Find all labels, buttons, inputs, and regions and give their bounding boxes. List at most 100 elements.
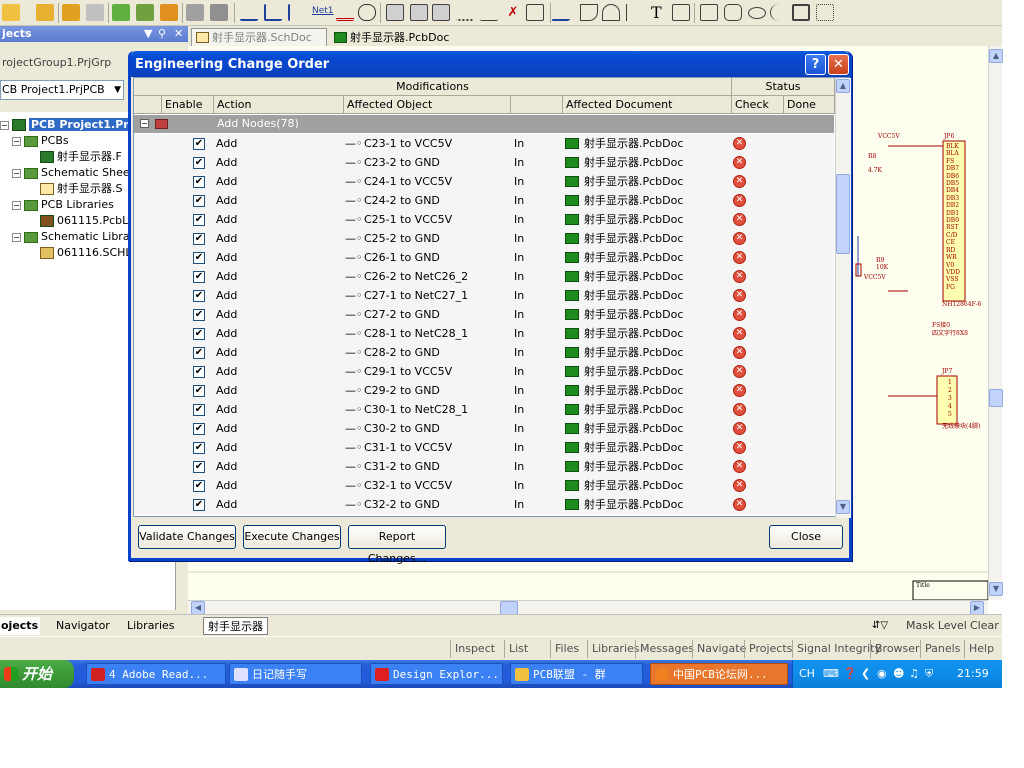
tree-item-schlib[interactable]: 061116.SCHL xyxy=(40,245,132,261)
paste-icon[interactable] xyxy=(136,4,154,21)
probe-icon[interactable] xyxy=(526,4,544,21)
enable-checkbox[interactable]: ✔ xyxy=(193,328,205,340)
task-diary[interactable]: 日记随手写 xyxy=(229,663,362,685)
scroll-thumb[interactable] xyxy=(836,174,850,254)
enable-checkbox[interactable]: ✔ xyxy=(193,385,205,397)
done-column-header[interactable]: Done xyxy=(784,96,835,114)
canvas-vertical-scrollbar[interactable]: ▲ ▼ xyxy=(988,46,1003,600)
open-icon[interactable] xyxy=(2,4,20,21)
tab-sheet[interactable]: 射手显示器 xyxy=(203,617,268,635)
bus-entry-icon[interactable] xyxy=(288,4,306,21)
table-row[interactable]: ✔ Add —◦ C30-2 to GND In 射手显示器.PcbDoc ✕ xyxy=(134,419,834,438)
report-changes-button[interactable]: Report Changes... xyxy=(348,525,446,565)
execute-changes-button[interactable]: Execute Changes xyxy=(243,525,341,549)
text-icon[interactable]: T xyxy=(651,3,662,22)
image-icon[interactable] xyxy=(792,4,810,21)
export-icon[interactable] xyxy=(160,4,178,21)
project-select[interactable]: CB Project1.PrjPCB ▼ xyxy=(0,80,124,100)
folder-icon[interactable] xyxy=(36,4,54,21)
arc2-icon[interactable] xyxy=(602,4,620,21)
affected-object-column-header[interactable]: Affected Object xyxy=(344,96,511,114)
help-icon[interactable]: ❓ xyxy=(843,660,857,688)
keyboard-icon[interactable]: ⌨ xyxy=(823,660,839,688)
table-row[interactable]: ✔ Add —◦ C28-1 to NetC28_1 In 射手显示器.PcbDoc ✕ xyxy=(134,324,834,343)
validate-changes-button[interactable]: Validate Changes xyxy=(138,525,236,549)
canvas-horizontal-scrollbar[interactable]: ◀ ▶ xyxy=(188,600,988,615)
grid-vertical-scrollbar[interactable]: ▲ ▼ xyxy=(835,78,851,518)
task-pcb-group[interactable]: PCB联盟 - 群 xyxy=(510,663,643,685)
enable-checkbox[interactable]: ✔ xyxy=(193,366,205,378)
table-row[interactable]: ✔ Add —◦ C24-1 to VCC5V In 射手显示器.PcbDoc ✕ xyxy=(134,172,834,191)
enable-checkbox[interactable]: ✔ xyxy=(193,290,205,302)
affected-document-column-header[interactable]: Affected Document xyxy=(563,96,732,114)
bezier-icon[interactable] xyxy=(626,4,644,21)
tab-schdoc[interactable]: 射手显示器.SchDoc xyxy=(191,28,327,46)
scroll-down-icon[interactable]: ▼ xyxy=(836,500,850,514)
scroll-left-icon[interactable]: ◀ xyxy=(191,601,205,615)
dialog-title-bar[interactable]: Engineering Change Order ? ✕ xyxy=(131,51,849,77)
harness-icon[interactable] xyxy=(456,4,474,21)
close-title-button[interactable]: ✕ xyxy=(828,54,849,75)
start-button[interactable]: 开始 xyxy=(0,660,74,688)
table-row[interactable]: ✔ Add —◦ C29-2 to GND In 射手显示器.PcbDoc ✕ xyxy=(134,381,834,400)
table-row[interactable]: ✔ Add —◦ C25-2 to GND In 射手显示器.PcbDoc ✕ xyxy=(134,229,834,248)
table-row[interactable]: ✔ Add —◦ C23-1 to VCC5V In 射手显示器.PcbDoc ✕ xyxy=(134,134,834,153)
security-icon[interactable]: ⛨ xyxy=(925,660,933,688)
task-pcb-forum[interactable]: 中国PCB论坛网... xyxy=(650,663,788,685)
rect-icon[interactable] xyxy=(700,4,718,21)
enable-checkbox[interactable]: ✔ xyxy=(193,214,205,226)
panels-button[interactable]: Panels xyxy=(920,640,960,658)
scroll-down-icon[interactable]: ▼ xyxy=(989,582,1003,596)
part-icon[interactable] xyxy=(386,4,404,21)
help-button[interactable]: Help xyxy=(964,640,994,658)
enable-checkbox[interactable]: ✔ xyxy=(193,195,205,207)
scroll-up-icon[interactable]: ▲ xyxy=(989,49,1003,63)
compile-icon[interactable] xyxy=(186,4,204,21)
help-title-button[interactable]: ? xyxy=(805,54,826,75)
libraries-button[interactable]: Libraries xyxy=(587,640,640,658)
panel-menu-icon[interactable]: ▼ xyxy=(144,26,152,42)
navigate-button[interactable]: Navigate xyxy=(692,640,746,658)
pin-icon[interactable]: ⚲ xyxy=(158,26,166,42)
enable-checkbox[interactable]: ✔ xyxy=(193,233,205,245)
panel-close-icon[interactable]: ✕ xyxy=(174,26,183,42)
table-row[interactable]: ✔ Add —◦ C28-2 to GND In 射手显示器.PcbDoc ✕ xyxy=(134,343,834,362)
volume-icon[interactable]: ♫ xyxy=(909,660,919,688)
tree-item-pcbdoc[interactable]: 射手显示器.F xyxy=(40,149,122,165)
collapse-icon[interactable]: − xyxy=(140,119,149,128)
tree-item-schematic-sheets[interactable]: − Schematic Sheets xyxy=(12,165,140,181)
tab-pcbdoc[interactable]: 射手显示器.PcbDoc xyxy=(329,28,465,46)
enable-checkbox[interactable]: ✔ xyxy=(193,138,205,150)
no-erc-icon[interactable]: ✗ xyxy=(504,4,522,21)
wire-icon[interactable] xyxy=(240,4,258,21)
enable-checkbox[interactable]: ✔ xyxy=(193,309,205,321)
tab-navigator[interactable]: Navigator xyxy=(56,617,110,635)
chevron-down-icon[interactable]: ▼ xyxy=(114,81,121,99)
check-column-header[interactable]: Check xyxy=(732,96,784,114)
clear-button[interactable]: Clear xyxy=(970,617,999,635)
enable-column-header[interactable]: Enable xyxy=(162,96,214,114)
pie-icon[interactable] xyxy=(770,4,788,21)
tree-item-pcblib[interactable]: 061115.PcbLi xyxy=(40,213,131,229)
projects-button[interactable]: Projects xyxy=(744,640,792,658)
sheet-entry-icon[interactable] xyxy=(432,4,450,21)
scroll-right-icon[interactable]: ▶ xyxy=(970,601,984,615)
table-row[interactable]: ✔ Add —◦ C23-2 to GND In 射手显示器.PcbDoc ✕ xyxy=(134,153,834,172)
enable-checkbox[interactable]: ✔ xyxy=(193,499,205,511)
enable-checkbox[interactable]: ✔ xyxy=(193,252,205,264)
array-icon[interactable] xyxy=(816,4,834,21)
table-row[interactable]: ✔ Add —◦ C27-1 to NetC27_1 In 射手显示器.PcbDoc ✕ xyxy=(134,286,834,305)
enable-checkbox[interactable]: ✔ xyxy=(193,271,205,283)
copy-icon[interactable] xyxy=(112,4,130,21)
table-row[interactable]: ✔ Add —◦ C29-1 to VCC5V In 射手显示器.PcbDoc ✕ xyxy=(134,362,834,381)
enable-checkbox[interactable]: ✔ xyxy=(193,442,205,454)
tab-libraries[interactable]: Libraries xyxy=(127,617,175,635)
tree-item-schematic-libraries[interactable]: − Schematic Librari xyxy=(12,229,137,245)
tree-item-schdoc[interactable]: 射手显示器.S xyxy=(40,181,122,197)
scroll-thumb[interactable] xyxy=(500,601,518,615)
enable-checkbox[interactable]: ✔ xyxy=(193,480,205,492)
group-row-add-nodes[interactable]: − Add Nodes(78) xyxy=(134,115,834,133)
enable-checkbox[interactable]: ✔ xyxy=(193,176,205,188)
table-row[interactable]: ✔ Add —◦ C25-1 to VCC5V In 射手显示器.PcbDoc ✕ xyxy=(134,210,834,229)
table-row[interactable]: ✔ Add —◦ C26-1 to GND In 射手显示器.PcbDoc ✕ xyxy=(134,248,834,267)
